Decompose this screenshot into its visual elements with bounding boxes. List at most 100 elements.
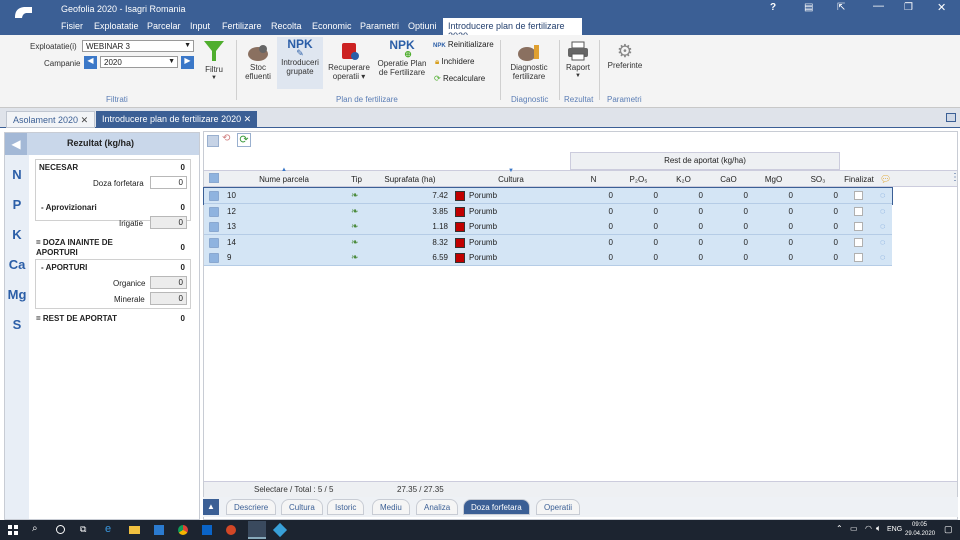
tab-cultura[interactable]: Cultura: [281, 499, 323, 515]
finalizat-checkbox[interactable]: [854, 253, 863, 262]
select-all-checkbox[interactable]: [209, 173, 219, 183]
col-nume-parcela[interactable]: Nume parcela: [224, 175, 344, 184]
comment-icon[interactable]: ◌: [880, 237, 885, 247]
col-k2o[interactable]: K₂O: [661, 175, 706, 184]
clock-time[interactable]: 09:05: [912, 522, 927, 528]
tab-istoric[interactable]: Istoric: [327, 499, 365, 515]
notes-icon[interactable]: ▤: [804, 2, 813, 13]
menu-optiuni[interactable]: Optiuni: [408, 21, 437, 31]
close-icon[interactable]: ✕: [244, 114, 252, 124]
comment-icon[interactable]: ◌: [880, 221, 885, 231]
geofolia-taskbar-icon[interactable]: [248, 521, 266, 539]
help-icon[interactable]: ?: [770, 2, 776, 13]
tray-chevron-icon[interactable]: ⌃: [836, 524, 843, 533]
recalculare-button[interactable]: ⟳ Recalculare: [434, 74, 485, 83]
recuperare-operatii-button[interactable]: Recuperare operatii ▾: [326, 41, 372, 81]
menu-exploatatie[interactable]: Exploatatie: [94, 21, 139, 31]
volume-icon[interactable]: 🔈︎: [876, 523, 881, 534]
stoc-efluenti-button[interactable]: Stoc efluenti: [241, 41, 275, 81]
refresh-grid-icon[interactable]: ⟳: [237, 133, 251, 147]
preferinte-button[interactable]: ⚙ Preferinte: [604, 41, 646, 70]
row-checkbox[interactable]: [209, 206, 219, 217]
close-icon[interactable]: ✕: [81, 115, 89, 125]
col-cultura[interactable]: Cultura: [451, 175, 571, 184]
col-n[interactable]: N: [571, 175, 616, 184]
nutrient-s[interactable]: S: [5, 317, 29, 332]
doza-forfetara-input[interactable]: 0: [150, 176, 187, 189]
row-checkbox[interactable]: [209, 191, 219, 201]
chrome-icon[interactable]: [178, 525, 188, 535]
column-options-icon[interactable]: ⋮: [950, 172, 960, 183]
notifications-icon[interactable]: ▢: [944, 524, 953, 535]
task-view-icon[interactable]: ⧉: [80, 524, 86, 535]
comment-icon[interactable]: ◌: [880, 206, 885, 216]
maximize-icon[interactable]: ❐: [904, 2, 913, 13]
col-suprafata[interactable]: Suprafata (ha): [369, 175, 451, 184]
tab-analiza[interactable]: Analiza: [416, 499, 459, 515]
table-row[interactable]: 14 ❧ 8.32 Porumb 0 0 0 0 0 0 ◌: [204, 234, 892, 251]
row-checkbox[interactable]: [209, 222, 219, 232]
wifi-icon[interactable]: ◠: [865, 524, 872, 533]
finalizat-checkbox[interactable]: [854, 191, 863, 200]
nutrient-ca[interactable]: Ca: [5, 257, 29, 272]
menu-parcelar[interactable]: Parcelar: [147, 21, 181, 31]
collapse-arrow-icon[interactable]: ◀: [5, 133, 27, 155]
tab-operatii[interactable]: Operatii: [536, 499, 581, 515]
nutrient-n[interactable]: N: [5, 167, 29, 182]
explorer-icon[interactable]: [129, 526, 140, 534]
col-tip[interactable]: Tip: [344, 175, 369, 184]
inchidere-button[interactable]: 🔒︎ Inchidere: [435, 57, 474, 67]
reinitializare-button[interactable]: NPK Reinitializare: [433, 40, 494, 49]
tab-descriere[interactable]: Descriere: [226, 499, 277, 515]
language-indicator[interactable]: ENG: [887, 526, 902, 533]
nutrient-p[interactable]: P: [5, 197, 29, 212]
tab-doza-forfetara[interactable]: Doza forfetara: [463, 499, 530, 515]
menu-tab-plan-fertilizare[interactable]: Introducere plan de fertilizare 2020: [443, 18, 582, 41]
menu-input[interactable]: Input: [190, 21, 210, 31]
table-row[interactable]: 12 ❧ 3.85 Porumb 0 0 0 0 0 0 ◌: [204, 203, 892, 220]
finalizat-checkbox[interactable]: [854, 206, 863, 216]
row-checkbox[interactable]: [209, 237, 219, 248]
restore-ribbon-icon[interactable]: ⇱: [837, 2, 845, 13]
col-so3[interactable]: SO₃: [796, 175, 840, 184]
search-icon[interactable]: ⌕: [32, 523, 38, 534]
col-mgo[interactable]: MgO: [751, 175, 796, 184]
expand-up-button[interactable]: ▲: [203, 499, 219, 515]
powerpoint-icon[interactable]: [226, 525, 236, 535]
nutrient-k[interactable]: K: [5, 227, 29, 242]
row-checkbox[interactable]: [209, 253, 219, 263]
menu-parametri[interactable]: Parametri: [360, 21, 399, 31]
col-cao[interactable]: CaO: [706, 175, 751, 184]
clock-date[interactable]: 29.04.2020: [905, 531, 935, 537]
menu-recolta[interactable]: Recolta: [271, 21, 302, 31]
save-icon[interactable]: [207, 135, 219, 147]
tab-asolament[interactable]: Asolament 2020 ✕: [6, 111, 96, 128]
introduceri-grupate-button[interactable]: NPK ✎ Introduceri grupate: [277, 37, 323, 89]
finalizat-checkbox[interactable]: [854, 222, 863, 231]
comment-icon[interactable]: ◌: [880, 190, 885, 200]
diagnostic-fertilizare-button[interactable]: Diagnostic fertilizare: [506, 41, 552, 81]
filtru-button[interactable]: Filtru ▼: [199, 39, 229, 83]
table-row[interactable]: 13 ❧ 1.18 Porumb 0 0 0 0 0 0 ◌: [204, 219, 892, 235]
undo-icon[interactable]: ⟲: [222, 133, 230, 144]
tab-mediu[interactable]: Mediu: [372, 499, 410, 515]
operatie-plan-button[interactable]: NPK ⊕ Operatie Plan de Fertilizare: [375, 39, 429, 77]
next-campaign-button[interactable]: ▶: [181, 56, 194, 69]
network-icon[interactable]: ▭: [850, 524, 858, 533]
store-icon[interactable]: [154, 525, 164, 535]
panel-icon[interactable]: [946, 113, 956, 122]
app2-taskbar-icon[interactable]: [272, 522, 288, 538]
table-row[interactable]: 10 ❧ 7.42 Porumb 0 0 0 0 0 0 ◌: [203, 187, 893, 205]
campanie-select[interactable]: 2020 ▼: [100, 56, 178, 68]
edge-icon[interactable]: e: [105, 523, 111, 535]
outlook-icon[interactable]: [202, 525, 212, 535]
menu-economic[interactable]: Economic: [312, 21, 352, 31]
close-icon[interactable]: ✕: [937, 1, 946, 14]
col-finalizat[interactable]: Finalizat: [840, 175, 878, 184]
exploatatie-select[interactable]: WEBINAR 3 ▼: [82, 40, 194, 52]
menu-fertilizare[interactable]: Fertilizare: [222, 21, 262, 31]
menu-fisier[interactable]: Fisier: [61, 21, 83, 31]
windows-start-icon[interactable]: [8, 525, 18, 535]
table-row[interactable]: 9 ❧ 6.59 Porumb 0 0 0 0 0 0 ◌: [204, 250, 892, 266]
cortana-icon[interactable]: [56, 525, 65, 534]
